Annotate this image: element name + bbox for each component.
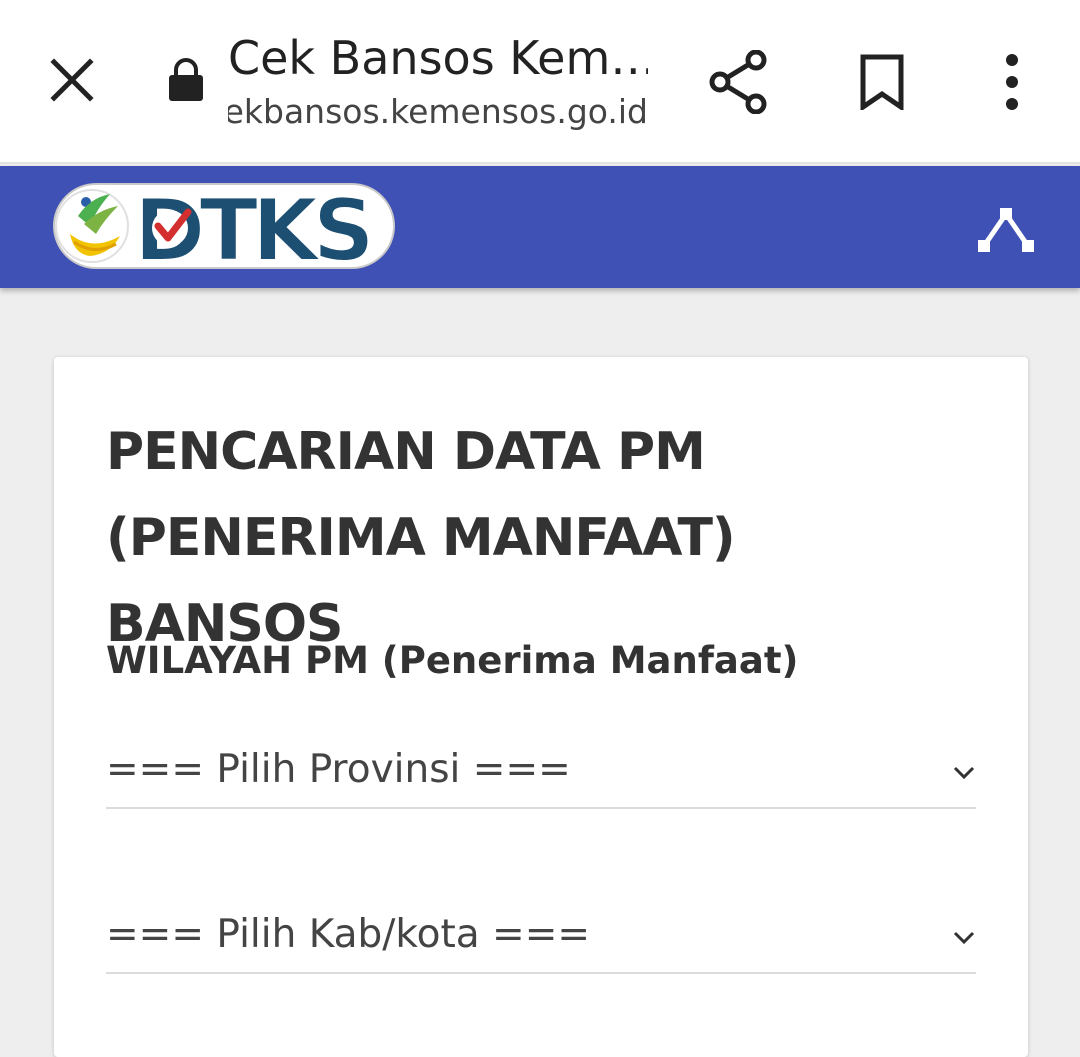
- url-text: cekbansos.kemensos.go.id: [228, 92, 648, 131]
- share-icon: [709, 50, 767, 114]
- city-select-value: === Pilih Kab/kota ===: [106, 912, 591, 957]
- more-options-button[interactable]: [974, 40, 1050, 124]
- chevron-down-icon: [953, 766, 975, 780]
- site-header: DTKS: [0, 166, 1080, 288]
- bookmark-button[interactable]: [842, 40, 922, 124]
- section-label: WILAYAH PM (Penerima Manfaat): [106, 639, 799, 682]
- page-title: Cek Bansos Kem…: [228, 31, 648, 85]
- city-select[interactable]: === Pilih Kab/kota ===: [106, 902, 976, 974]
- close-button[interactable]: [32, 40, 112, 120]
- more-vert-icon: [1006, 54, 1018, 110]
- title-block[interactable]: Cek Bansos Kem… cekbansos.kemensos.go.id: [228, 30, 648, 138]
- search-card: PENCARIAN DATA PM (PENERIMA MANFAAT) BAN…: [54, 357, 1028, 1057]
- share-button[interactable]: [696, 40, 780, 124]
- close-icon: [50, 58, 94, 102]
- browser-toolbar: Cek Bansos Kem… cekbansos.kemensos.go.id: [0, 0, 1080, 164]
- form-title: PENCARIAN DATA PM (PENERIMA MANFAAT) BAN…: [106, 422, 736, 654]
- province-select-value: === Pilih Provinsi ===: [106, 747, 571, 792]
- bookmark-icon: [860, 54, 904, 110]
- chevron-down-icon: [953, 931, 975, 945]
- lock-icon: [169, 58, 203, 101]
- dtks-logo[interactable]: DTKS: [50, 176, 400, 276]
- province-select[interactable]: === Pilih Provinsi ===: [106, 737, 976, 809]
- nav-toggle-icon[interactable]: [974, 200, 1038, 256]
